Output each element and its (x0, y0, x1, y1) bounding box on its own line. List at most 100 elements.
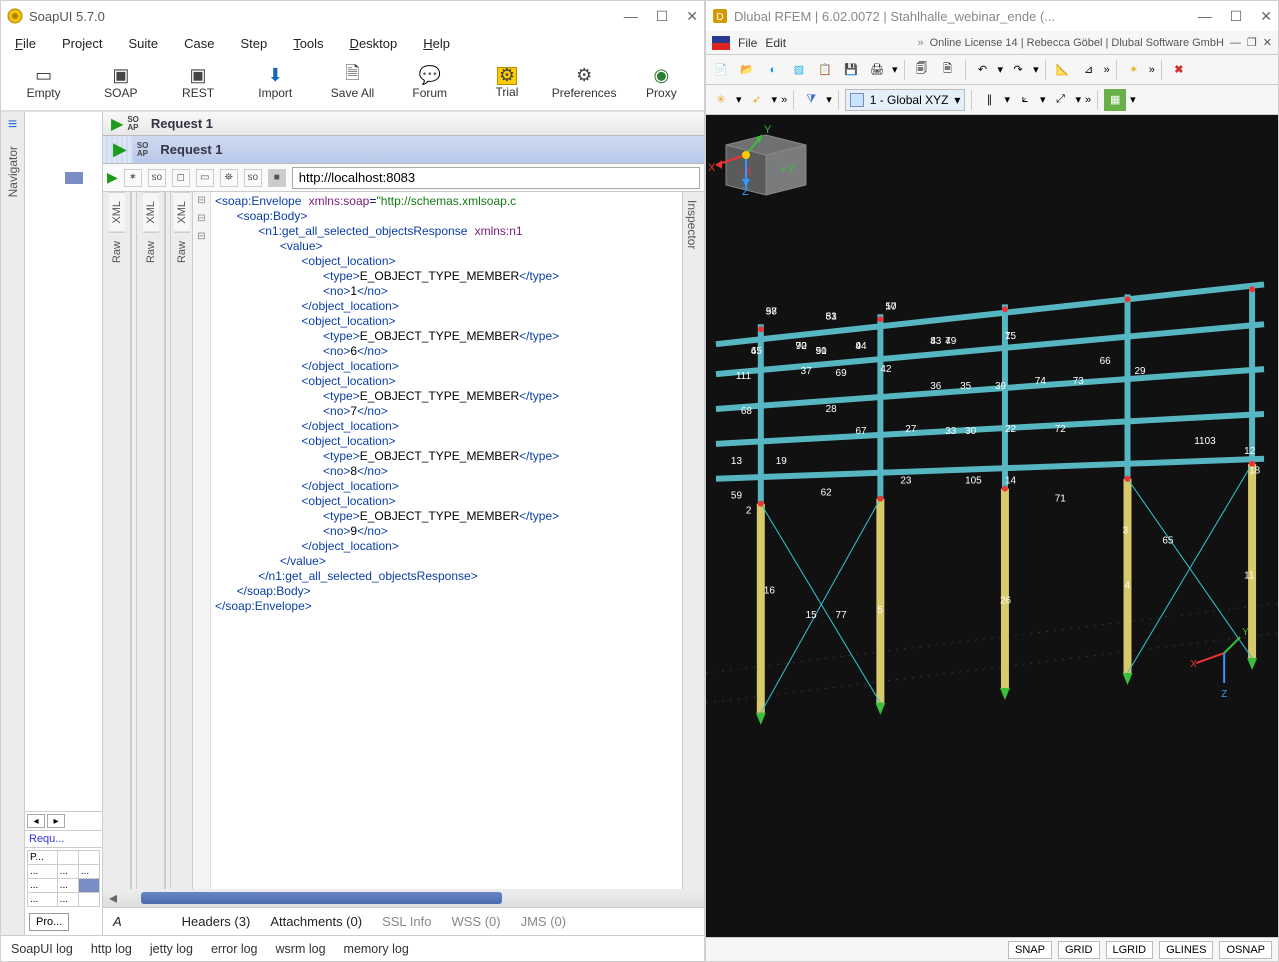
block-button[interactable]: ▧ (788, 59, 810, 81)
attachments-tab[interactable]: Attachments (0) (270, 914, 362, 929)
mdi-restore-button[interactable]: ❐ (1247, 36, 1257, 49)
toolbar-proxy[interactable]: ◉Proxy (627, 66, 696, 100)
print-dd[interactable]: ▾ (892, 63, 898, 76)
rfem-3d-viewport[interactable]: X Y Z 5851574570504443497511137694236353… (706, 115, 1278, 937)
auth-button[interactable]: ⛯ (220, 169, 238, 187)
status-lgrid[interactable]: LGRID (1106, 941, 1154, 959)
request-top-tab[interactable]: Request 1 (143, 114, 221, 133)
coord-system-combo[interactable]: 1 - Global XYZ ▾ (845, 89, 966, 111)
thumb-cell[interactable]: ... (28, 865, 58, 879)
mdi-close-button[interactable]: ✕ (1263, 36, 1272, 49)
run-top-button[interactable]: ▶ (111, 114, 123, 134)
error-log-tab[interactable]: error log (211, 942, 258, 956)
memory-log-tab[interactable]: memory log (344, 942, 409, 956)
add-assert-button[interactable]: ✶ (124, 169, 142, 187)
menu-help[interactable]: Help (419, 34, 454, 53)
menu-case[interactable]: Case (180, 34, 218, 53)
tb2-overflow-2[interactable]: » (1085, 94, 1091, 106)
list-icon[interactable]: ≡ (8, 116, 17, 134)
menu-project[interactable]: Project (58, 34, 106, 53)
stop-button[interactable]: ■ (268, 169, 286, 187)
fold-handle[interactable]: ⊟ (193, 210, 210, 228)
close-button[interactable]: ✕ (686, 8, 698, 25)
req-xml-tab[interactable]: XML (109, 192, 125, 233)
angle-tool[interactable]: ⟀ (1014, 89, 1036, 111)
run-button[interactable]: ▶ (113, 139, 127, 160)
copy-button[interactable]: 📋 (814, 59, 836, 81)
mdi-minimize-button[interactable]: — (1230, 37, 1241, 49)
cancel-button[interactable]: ✖ (1168, 59, 1190, 81)
measure-button[interactable]: 📐 (1052, 59, 1074, 81)
toolbar-save-all[interactable]: 🗎Save All (318, 66, 387, 100)
thumb-cell[interactable]: ... (28, 893, 58, 907)
menu-tools[interactable]: Tools (289, 34, 327, 53)
http-log-tab[interactable]: http log (91, 942, 132, 956)
member-tool[interactable]: ➶ (746, 89, 768, 111)
request-tab[interactable]: Request 1 (152, 140, 230, 159)
snap-tool[interactable]: ⤢ (1050, 89, 1072, 111)
toolbar-import[interactable]: ⬇Import (241, 66, 310, 100)
box-button[interactable]: ▭ (196, 169, 214, 187)
maximize-button[interactable]: ☐ (1230, 8, 1243, 25)
report-button[interactable]: 🗐 (911, 59, 933, 81)
menu-overflow-left[interactable]: » (917, 37, 923, 49)
minimize-button[interactable]: — (624, 8, 638, 25)
soapui-log-tab[interactable]: SoapUI log (11, 942, 73, 956)
headers-tab[interactable]: Headers (3) (182, 914, 251, 929)
menu-suite[interactable]: Suite (124, 34, 162, 53)
flag-icon[interactable] (712, 36, 730, 50)
star-tool-button[interactable]: ✶ (1123, 59, 1145, 81)
save-button[interactable]: 💾 (840, 59, 862, 81)
close-button[interactable]: ✕ (1260, 8, 1272, 25)
resp-xml-tab2[interactable]: XML (174, 192, 190, 233)
nav-pro-button[interactable]: Pro... (29, 913, 69, 931)
fold-handle[interactable]: ⊟ (193, 228, 210, 246)
open-button[interactable]: 📂 (736, 59, 758, 81)
nav-requ-label[interactable]: Requ... (25, 831, 102, 848)
rfem-menu-edit[interactable]: Edit (765, 36, 786, 50)
ssl-tab[interactable]: SSL Info (382, 914, 431, 929)
resp-raw-tab2[interactable]: Raw (174, 233, 190, 271)
select-button[interactable]: ◻ (172, 169, 190, 187)
status-snap[interactable]: SNAP (1008, 941, 1052, 959)
toolbar-trial[interactable]: ⚙Trial (472, 67, 541, 99)
dimension-button[interactable]: ⊿ (1078, 59, 1100, 81)
xml-response-viewer[interactable]: <soap:Envelope xmlns:soap="http://schema… (211, 192, 682, 889)
node-tool[interactable]: ✳ (710, 89, 732, 111)
menu-step[interactable]: Step (236, 34, 271, 53)
nav-prev-button[interactable]: ◂ (27, 814, 45, 828)
parallel-tool[interactable]: ∥ (978, 89, 1000, 111)
tb1-overflow-2[interactable]: » (1149, 64, 1155, 76)
filter-button[interactable]: ⧩ (800, 89, 822, 111)
wss-tab[interactable]: WSS (0) (451, 914, 500, 929)
navigator-tree[interactable] (25, 112, 102, 811)
toolbar-soap[interactable]: ▣SOAP (86, 66, 155, 100)
jms-tab[interactable]: JMS (0) (521, 914, 567, 929)
nav-next-button[interactable]: ▸ (47, 814, 65, 828)
redo-button[interactable]: ↷ (1007, 59, 1029, 81)
navigator-tab[interactable]: Navigator (4, 140, 22, 203)
bottom-a-tab[interactable]: A (113, 914, 122, 929)
horizontal-scrollbar[interactable]: ◂ (103, 889, 704, 907)
doc-button[interactable]: 🗎 (937, 59, 959, 81)
endpoint-input[interactable] (292, 167, 700, 189)
status-grid[interactable]: GRID (1058, 941, 1100, 959)
run-small-button[interactable]: ▶ (107, 169, 118, 186)
inspector-tab[interactable]: Inspector (683, 192, 701, 257)
minimize-button[interactable]: — (1198, 8, 1212, 25)
rfem-menu-file[interactable]: File (738, 36, 757, 50)
toolbar-preferences[interactable]: ⚙Preferences (550, 66, 619, 100)
soap-opts-button[interactable]: so (148, 169, 166, 187)
fold-handle[interactable]: ⊟ (193, 192, 210, 210)
undo-button[interactable]: ↶ (972, 59, 994, 81)
wsrm-log-tab[interactable]: wsrm log (276, 942, 326, 956)
jetty-log-tab[interactable]: jetty log (150, 942, 193, 956)
tb1-overflow[interactable]: » (1104, 64, 1110, 76)
toolbar-forum[interactable]: 💬Forum (395, 66, 464, 100)
thumb-header[interactable]: P... (28, 851, 58, 865)
toolbar-rest[interactable]: ▣REST (163, 66, 232, 100)
cloud-button[interactable]: ◐ (762, 59, 784, 81)
render-button[interactable]: ▦ (1104, 89, 1126, 111)
menu-desktop[interactable]: Desktop (346, 34, 402, 53)
resp-xml-tab[interactable]: XML (143, 192, 159, 233)
